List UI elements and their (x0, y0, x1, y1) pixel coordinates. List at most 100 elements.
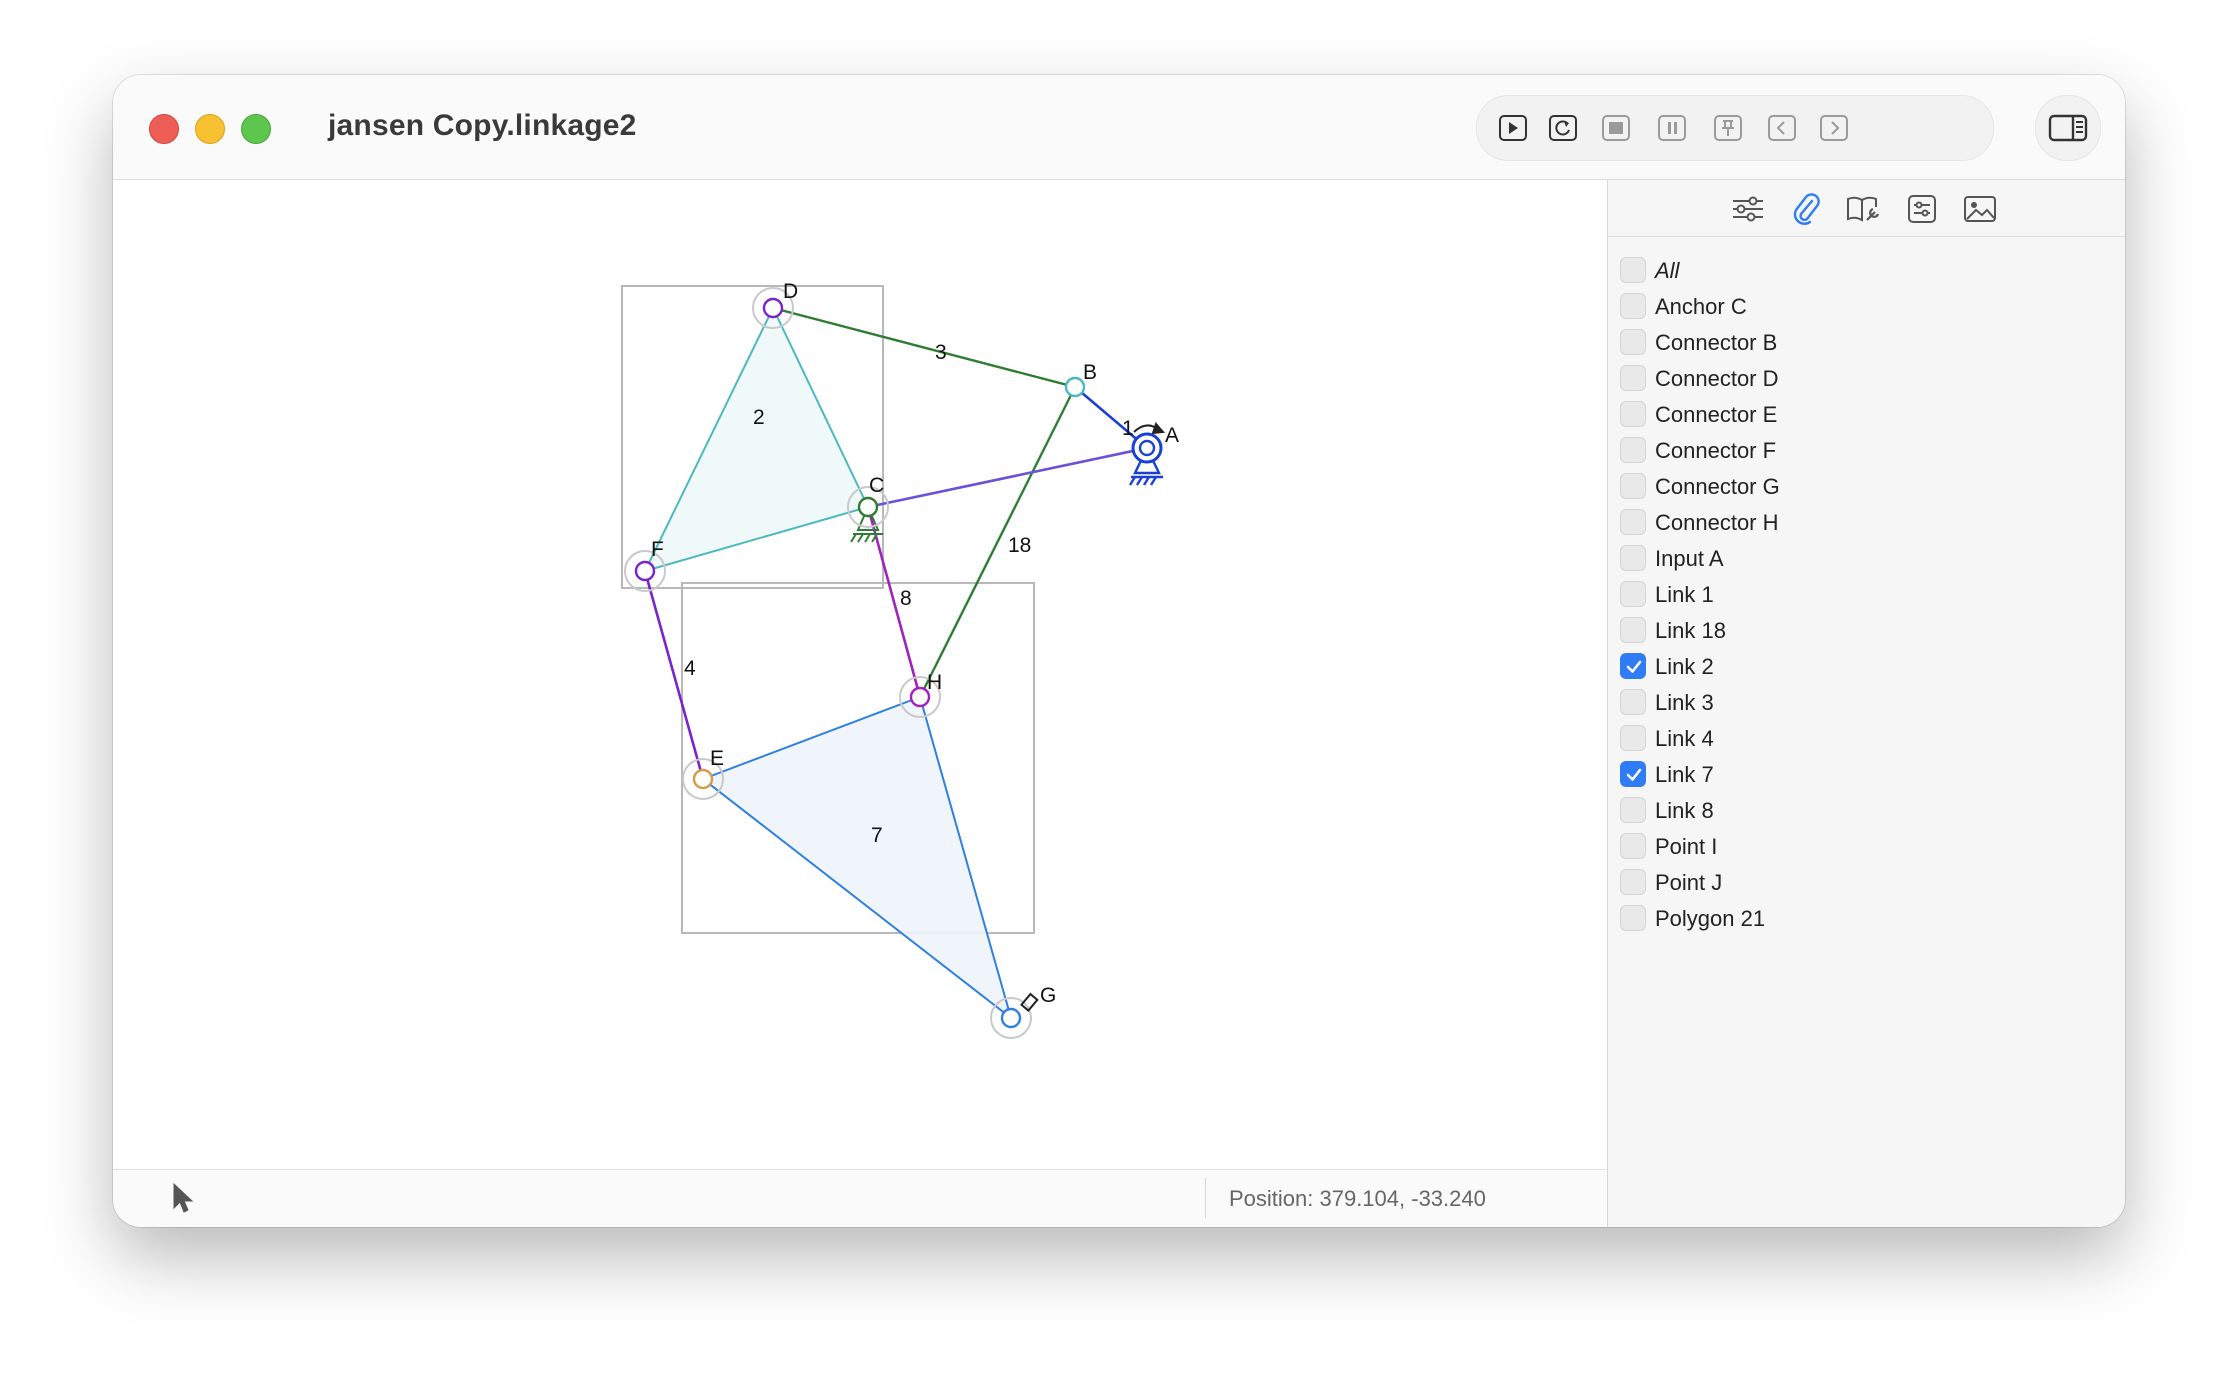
list-item[interactable]: Connector F (1608, 432, 2125, 468)
restart-icon (1549, 115, 1577, 141)
list-item[interactable]: Connector H (1608, 504, 2125, 540)
checkbox[interactable] (1620, 617, 1646, 643)
list-item[interactable]: Link 4 (1608, 720, 2125, 756)
step-back-button[interactable] (1763, 109, 1801, 147)
tab-image[interactable] (1961, 190, 1999, 228)
list-item[interactable]: Point J (1608, 864, 2125, 900)
step-forward-button[interactable] (1815, 109, 1853, 147)
simulation-toolbar (1476, 95, 1994, 161)
pin-icon (1714, 115, 1742, 141)
link-2-shape[interactable] (643, 305, 870, 573)
link-18-line[interactable] (918, 386, 1077, 698)
checkbox[interactable] (1620, 293, 1646, 319)
joint-d[interactable] (762, 297, 784, 319)
link-3-line[interactable] (772, 306, 1076, 389)
minimize-window-button[interactable] (195, 114, 225, 144)
link-label-7: 7 (871, 824, 883, 847)
list-item[interactable]: Polygon 21 (1608, 900, 2125, 936)
list-item-label: Link 1 (1655, 582, 1714, 607)
play-button[interactable] (1494, 109, 1532, 147)
list-item[interactable]: Link 7 (1608, 756, 2125, 792)
checkbox[interactable] (1620, 257, 1646, 283)
checkbox[interactable] (1620, 473, 1646, 499)
list-item[interactable]: Point I (1608, 828, 2125, 864)
joint-f[interactable] (634, 560, 656, 582)
pause-icon (1658, 115, 1686, 141)
joint-c[interactable] (857, 496, 879, 518)
joint-label-a: A (1165, 424, 1179, 447)
linkage-diagram[interactable]: D B A C F H E G 1 2 3 18 8 4 7 (113, 180, 1606, 1170)
tab-adjust[interactable] (1729, 190, 1767, 228)
checkbox[interactable] (1620, 725, 1646, 751)
link-7-shape[interactable] (700, 695, 1013, 1021)
list-item-label: Connector F (1655, 438, 1777, 463)
arrow-cursor-icon[interactable] (171, 1182, 193, 1214)
list-item-label: Connector G (1655, 474, 1780, 499)
list-item[interactable]: Input A (1608, 540, 2125, 576)
list-item-label: Link 2 (1655, 654, 1714, 679)
list-item[interactable]: Connector E (1608, 396, 2125, 432)
checkbox[interactable] (1620, 869, 1646, 895)
checkbox[interactable] (1620, 329, 1646, 355)
checkbox[interactable] (1620, 689, 1646, 715)
checkbox[interactable] (1620, 581, 1646, 607)
list-item[interactable]: Connector B (1608, 324, 2125, 360)
checkbox[interactable] (1620, 653, 1646, 679)
sliders-icon (1733, 196, 1763, 222)
app-window: jansen Copy.linkage2 D B A C F H E G 1 2… (113, 75, 2125, 1227)
checkbox[interactable] (1620, 365, 1646, 391)
list-item[interactable]: Anchor C (1608, 288, 2125, 324)
checkbox[interactable] (1620, 401, 1646, 427)
book-wrench-icon (1847, 196, 1880, 222)
list-item[interactable]: Link 2 (1608, 648, 2125, 684)
joint-a-outer[interactable] (1131, 432, 1163, 464)
checkbox[interactable] (1620, 761, 1646, 787)
list-item-label: Connector E (1655, 402, 1778, 427)
pen-marker-icon (1020, 992, 1039, 1012)
checkbox[interactable] (1620, 833, 1646, 859)
sidebar-icon (2048, 114, 2088, 142)
list-item[interactable]: Connector D (1608, 360, 2125, 396)
list-item-label: Connector H (1655, 510, 1779, 535)
zoom-window-button[interactable] (241, 114, 271, 144)
joint-label-d: D (783, 280, 798, 303)
tab-attach[interactable] (1787, 190, 1825, 228)
list-item-label: All (1655, 258, 1680, 283)
list-item-label: Point I (1655, 834, 1718, 859)
checkbox[interactable] (1620, 509, 1646, 535)
element-list: All Anchor C Connector B Connector D Connect… (1608, 252, 2125, 936)
input-rotation-arrow-icon (1133, 422, 1166, 435)
link-c-a-line[interactable] (867, 446, 1148, 509)
linkage-canvas[interactable]: D B A C F H E G 1 2 3 18 8 4 7 (113, 180, 1606, 1177)
sidebar-toggle-button[interactable] (2035, 95, 2101, 161)
checkbox[interactable] (1620, 545, 1646, 571)
link-label-8: 8 (900, 587, 912, 610)
joint-b[interactable] (1064, 376, 1086, 398)
stop-icon (1602, 115, 1630, 141)
joint-e[interactable] (692, 768, 714, 790)
pin-button[interactable] (1709, 109, 1747, 147)
list-item[interactable]: Link 3 (1608, 684, 2125, 720)
list-item[interactable]: Link 8 (1608, 792, 2125, 828)
link-label-3: 3 (935, 341, 947, 364)
joint-g[interactable] (1000, 1007, 1022, 1029)
restart-button[interactable] (1544, 109, 1582, 147)
status-bar: Position: 379.104, -33.240 (113, 1169, 1606, 1227)
tab-settings[interactable] (1903, 190, 1941, 228)
list-item[interactable]: All (1608, 252, 2125, 288)
close-window-button[interactable] (149, 114, 179, 144)
list-item-label: Link 4 (1655, 726, 1714, 751)
title-bar: jansen Copy.linkage2 (113, 75, 2125, 180)
list-item[interactable]: Link 18 (1608, 612, 2125, 648)
tab-book[interactable] (1845, 190, 1883, 228)
list-item[interactable]: Link 1 (1608, 576, 2125, 612)
list-item-label: Anchor C (1655, 294, 1747, 319)
checkbox[interactable] (1620, 905, 1646, 931)
pause-button[interactable] (1653, 109, 1691, 147)
checkbox[interactable] (1620, 797, 1646, 823)
checkbox[interactable] (1620, 437, 1646, 463)
status-divider (1205, 1178, 1206, 1218)
stop-button[interactable] (1597, 109, 1635, 147)
list-item-label: Connector D (1655, 366, 1779, 391)
list-item[interactable]: Connector G (1608, 468, 2125, 504)
